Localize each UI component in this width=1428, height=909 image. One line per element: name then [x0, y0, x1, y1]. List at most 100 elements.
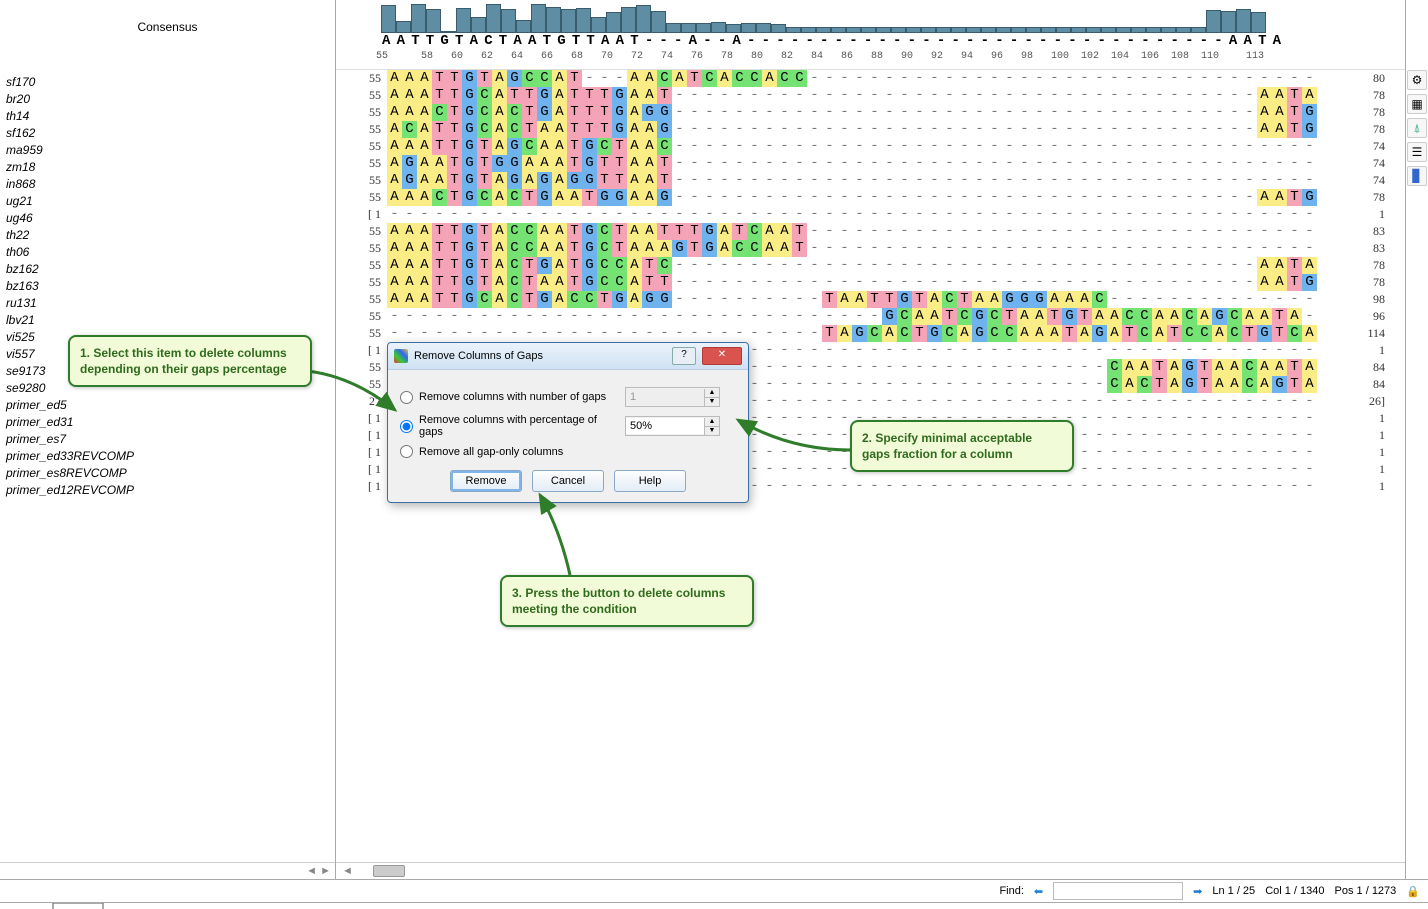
option-number-of-gaps[interactable]: Remove columns with number of gaps ▲▼ [400, 387, 736, 407]
table-icon[interactable]: ☰ [1407, 142, 1427, 162]
seq-name[interactable]: sf170 [0, 74, 335, 91]
seq-name[interactable]: th06 [0, 244, 335, 261]
cell: C [477, 104, 492, 121]
seq-name[interactable]: ug46 [0, 210, 335, 227]
row-start: [ 1 [336, 479, 387, 494]
seq-name[interactable]: bz163 [0, 278, 335, 295]
hscroll-thumb[interactable] [373, 865, 405, 877]
seq-name[interactable]: primer_es7 [0, 431, 335, 448]
find-next-icon[interactable]: ➡ [1193, 885, 1202, 898]
seq-row[interactable]: 55AGAATGTAGAGAGGTTAAT-------------------… [336, 172, 1405, 189]
lock-icon[interactable]: 🔒 [1406, 885, 1420, 898]
palette-icon[interactable]: ▦ [1407, 94, 1427, 114]
seq-row[interactable]: 55AAATTGCACTGACCTGAGG----------TAATTGTAC… [336, 291, 1405, 308]
seq-name[interactable]: primer_ed5 [0, 397, 335, 414]
seq-name[interactable]: ru131 [0, 295, 335, 312]
seq-row[interactable]: [ 1-------------------------------------… [336, 206, 1405, 223]
cell: - [957, 376, 972, 393]
cell: T [432, 274, 447, 291]
help-button-icon[interactable]: ? [672, 347, 696, 365]
chart-icon[interactable]: ▊ [1407, 166, 1427, 186]
cell: - [1302, 206, 1317, 223]
radio-number[interactable] [400, 391, 413, 404]
overview-panel[interactable] [0, 902, 1428, 909]
seq-row[interactable]: 55AGAATGTGGAAATGTTAAT-------------------… [336, 155, 1405, 172]
seq-row[interactable]: 55AAATTGTACTAATGCCATT-------------------… [336, 274, 1405, 291]
cell: - [417, 206, 432, 223]
seq-row[interactable]: 55AAATTGTACCAATGCTAAAGTGACCAAT----------… [336, 240, 1405, 257]
cell: T [792, 240, 807, 257]
cell: - [1257, 240, 1272, 257]
seq-name[interactable]: zm18 [0, 159, 335, 176]
seq-name[interactable]: th22 [0, 227, 335, 244]
seq-row[interactable]: 55AAATTGCATTGATTTGAAT-------------------… [336, 87, 1405, 104]
seq-row[interactable]: 55AAATTGTACTGATGCCATC-------------------… [336, 257, 1405, 274]
option-percentage-of-gaps[interactable]: Remove columns with percentage of gaps ▲… [400, 414, 736, 438]
seq-name[interactable]: primer_ed33REVCOMP [0, 448, 335, 465]
cell: - [1002, 104, 1017, 121]
seq-name[interactable]: br20 [0, 91, 335, 108]
close-icon[interactable]: ✕ [702, 347, 742, 365]
seq-name[interactable]: primer_ed12REVCOMP [0, 482, 335, 499]
cell: C [597, 257, 612, 274]
seq-name[interactable]: bz162 [0, 261, 335, 278]
cell: - [762, 308, 777, 325]
remove-button[interactable]: Remove [450, 470, 522, 492]
cell: A [1302, 376, 1317, 393]
spin-percentage[interactable]: ▲▼ [625, 416, 720, 436]
tree-icon[interactable]: ⍋ [1407, 118, 1427, 138]
cell: - [1167, 291, 1182, 308]
spin-up-icon[interactable]: ▲ [704, 418, 719, 427]
cell: - [1197, 427, 1212, 444]
option-all-gap-only[interactable]: Remove all gap-only columns [400, 445, 736, 458]
seq-name[interactable]: primer_es8REVCOMP [0, 465, 335, 482]
row-start: 27 [336, 394, 387, 409]
cell: - [1107, 172, 1122, 189]
gear-icon[interactable]: ⚙ [1407, 70, 1427, 90]
seq-name[interactable]: th14 [0, 108, 335, 125]
cell: - [537, 206, 552, 223]
seq-name[interactable]: ma959 [0, 142, 335, 159]
cell: C [1137, 376, 1152, 393]
alignment-hscroll[interactable]: ◄ [336, 862, 1405, 879]
find-input[interactable] [1053, 882, 1183, 900]
cell: - [1077, 138, 1092, 155]
cell: - [897, 223, 912, 240]
seq-row[interactable]: 55ACATTGCACTAATTTGAAG-------------------… [336, 121, 1405, 138]
seq-name[interactable]: lbv21 [0, 312, 335, 329]
seq-name[interactable]: primer_ed31 [0, 414, 335, 431]
spin-down-icon[interactable]: ▼ [704, 427, 719, 435]
dialog-titlebar[interactable]: Remove Columns of Gaps ? ✕ [388, 343, 748, 370]
seq-row[interactable]: 55AAATTGTAGCAATGCTAAC-------------------… [336, 138, 1405, 155]
cell: A [552, 257, 567, 274]
seq-row[interactable]: 55AAATTGTACCAATGCTAATTTGATCAAT----------… [336, 223, 1405, 240]
cell: - [1242, 257, 1257, 274]
cell: - [897, 274, 912, 291]
cell: - [1257, 138, 1272, 155]
radio-allgap[interactable] [400, 445, 413, 458]
cancel-button[interactable]: Cancel [532, 470, 604, 492]
seq-row[interactable]: 55AAACTGCACTGATTTGAGG-------------------… [336, 104, 1405, 121]
help-button[interactable]: Help [614, 470, 686, 492]
cell: - [867, 70, 882, 87]
find-prev-icon[interactable]: ⬅ [1034, 885, 1043, 898]
cell: - [687, 155, 702, 172]
seq-name[interactable]: sf162 [0, 125, 335, 142]
cell: - [1272, 223, 1287, 240]
seq-name[interactable]: ug21 [0, 193, 335, 210]
radio-percentage[interactable] [400, 420, 413, 433]
seq-row[interactable]: 55AAATTGTAGCCAT---AACATCACCACC----------… [336, 70, 1405, 87]
seq-row[interactable]: 55-----------------------------TAGCACTGC… [336, 325, 1405, 342]
cell: - [1137, 70, 1152, 87]
cell: - [702, 257, 717, 274]
names-hscroll[interactable]: ◄ ► [0, 862, 335, 879]
cell: - [1017, 478, 1032, 495]
seq-name[interactable]: in868 [0, 176, 335, 193]
cell: - [1182, 87, 1197, 104]
seq-row[interactable]: 55AAACTGCACTGAATGGAAG-------------------… [336, 189, 1405, 206]
seq-row[interactable]: 55---------------------------------GCAAT… [336, 308, 1405, 325]
cell: - [897, 189, 912, 206]
row-start: 55 [336, 360, 387, 375]
input-percentage[interactable] [626, 418, 704, 434]
cell: - [957, 155, 972, 172]
